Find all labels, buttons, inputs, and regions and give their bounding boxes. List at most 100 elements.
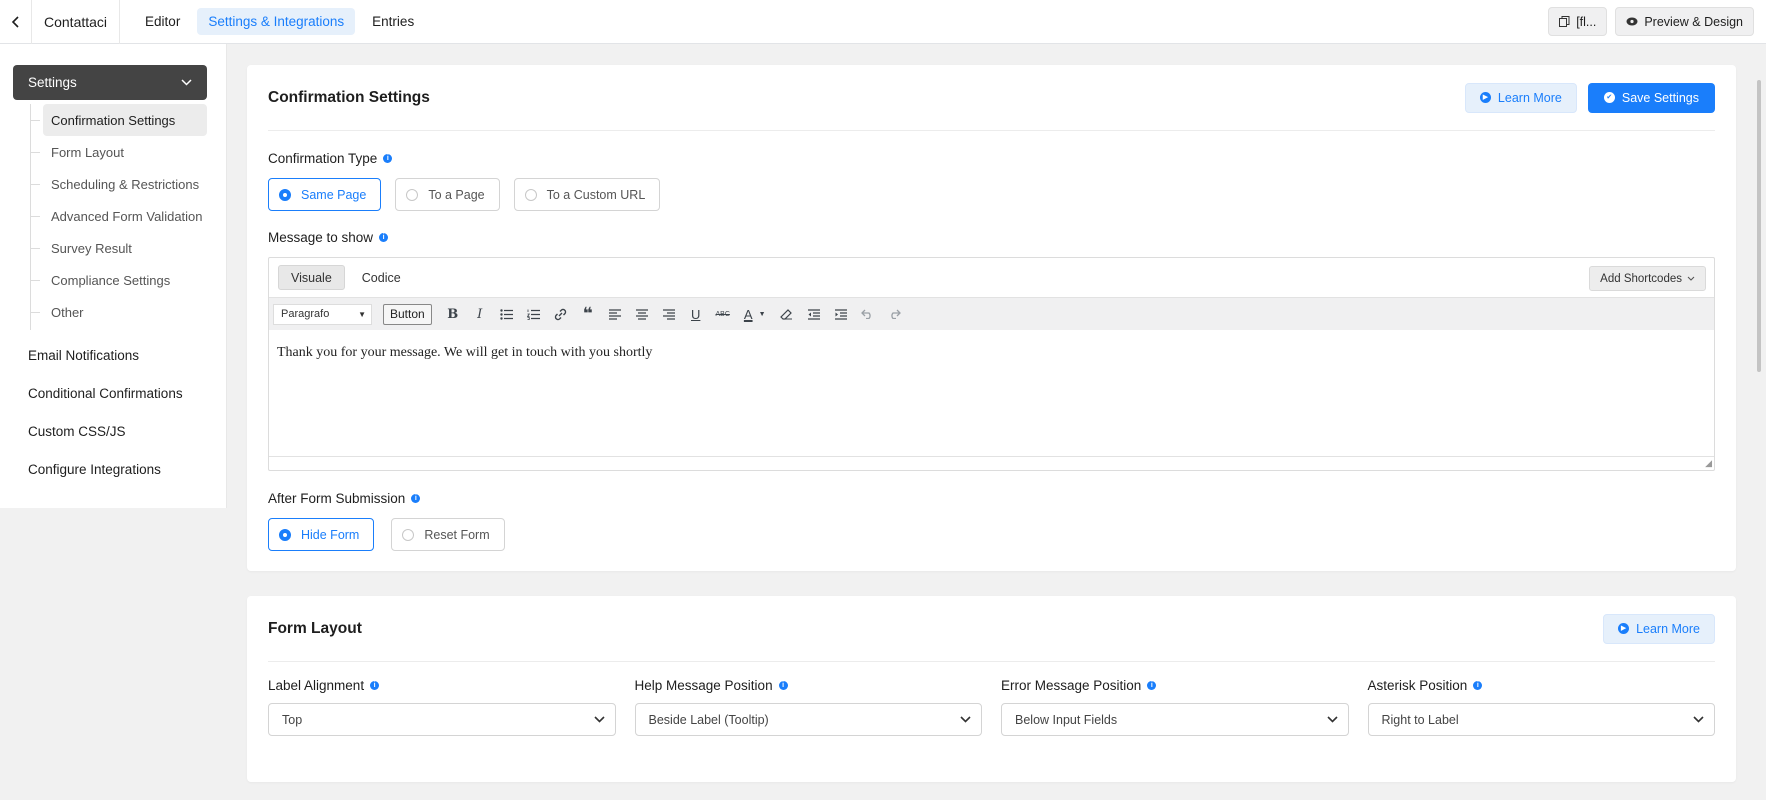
radio-dot: [406, 188, 419, 201]
tab-settings-integrations[interactable]: Settings & Integrations: [197, 8, 356, 35]
radio-dot: [279, 188, 291, 201]
shortcode-copy-button[interactable]: [fl...: [1548, 7, 1608, 36]
info-icon[interactable]: i: [1473, 681, 1483, 690]
sidebar-item-advanced-validation[interactable]: Advanced Form Validation: [31, 200, 226, 232]
numbered-list-icon[interactable]: [522, 302, 546, 326]
radio-custom-url[interactable]: To a Custom URL: [513, 178, 661, 211]
preview-design-button[interactable]: Preview & Design: [1615, 7, 1754, 36]
radio-label: Same Page: [301, 187, 367, 202]
sidebar-item-other[interactable]: Other: [31, 296, 226, 328]
clear-formatting-icon[interactable]: [775, 302, 799, 326]
info-icon[interactable]: i: [778, 681, 788, 690]
field-label: Help Message Position i: [635, 678, 983, 693]
save-settings-label: Save Settings: [1621, 90, 1699, 105]
sidebar-item-confirmation-settings[interactable]: Confirmation Settings: [31, 104, 207, 136]
add-shortcodes-button[interactable]: Add Shortcodes: [1589, 266, 1706, 291]
settings-sidebar: Settings Confirmation Settings Form Layo…: [0, 44, 227, 508]
undo-icon[interactable]: [856, 302, 880, 326]
play-icon: ▶: [1618, 623, 1630, 634]
chevron-down-icon: [960, 716, 971, 723]
editor-tab-visual[interactable]: Visuale: [278, 265, 345, 290]
indent-icon[interactable]: [829, 302, 853, 326]
back-button[interactable]: [0, 0, 32, 44]
sidebar-item-survey-result[interactable]: Survey Result: [31, 232, 226, 264]
shortcode-label: [fl...: [1576, 14, 1597, 29]
confirmation-settings-title: Confirmation Settings: [268, 88, 430, 106]
radio-label: To a Page: [428, 187, 485, 202]
sidebar-item-conditional-confirmations[interactable]: Conditional Confirmations: [0, 374, 226, 412]
bullet-list-icon[interactable]: [495, 302, 519, 326]
text-color-icon[interactable]: A ▼: [738, 302, 772, 326]
radio-hide-form[interactable]: Hide Form: [268, 518, 375, 551]
strikethrough-icon[interactable]: ABC: [711, 302, 735, 326]
blockquote-icon[interactable]: ❝: [576, 302, 600, 326]
select-value: Right to Label: [1381, 712, 1459, 727]
chevron-down-icon: [1326, 716, 1338, 723]
format-select[interactable]: Paragrafo ▼: [273, 303, 372, 325]
tab-entries[interactable]: Entries: [361, 8, 425, 35]
confirmation-type-text: Confirmation Type: [268, 151, 378, 166]
info-icon[interactable]: i: [1147, 681, 1157, 690]
editor-content[interactable]: Thank you for your message. We will get …: [269, 330, 1714, 376]
sidebar-item-scheduling[interactable]: Scheduling & Restrictions: [31, 168, 226, 200]
editor-tab-code[interactable]: Codice: [350, 265, 413, 290]
learn-more-label: Learn More: [1497, 90, 1562, 105]
chevron-down-icon: [1693, 716, 1704, 723]
align-center-icon[interactable]: [630, 302, 654, 326]
confirmation-settings-card: Confirmation Settings ▶ Learn More ✔ Sav…: [247, 65, 1736, 571]
learn-more-label: Learn More: [1636, 621, 1700, 636]
layout-fields-row: Label Alignment i Top Help Message Posit…: [268, 678, 1715, 736]
add-shortcodes-label: Add Shortcodes: [1600, 272, 1682, 285]
select-value: Top: [282, 712, 303, 727]
chevron-down-icon: [593, 716, 605, 723]
save-settings-button[interactable]: ✔ Save Settings: [1587, 82, 1715, 113]
underline-icon[interactable]: U: [684, 302, 708, 326]
sidebar-settings-header[interactable]: Settings: [13, 65, 207, 100]
radio-to-a-page[interactable]: To a Page: [395, 178, 500, 211]
sidebar-item-form-layout[interactable]: Form Layout: [31, 136, 226, 168]
link-icon[interactable]: [549, 302, 573, 326]
field-label: Error Message Position i: [1001, 678, 1349, 693]
sidebar-item-compliance[interactable]: Compliance Settings: [31, 264, 226, 296]
insert-button-button[interactable]: Button: [383, 303, 432, 325]
form-layout-title: Form Layout: [268, 619, 362, 637]
message-label: Message to show i: [268, 230, 389, 245]
check-circle-icon: ✔: [1603, 92, 1615, 103]
confirmation-type-label: Confirmation Type i: [268, 151, 393, 166]
radio-label: Hide Form: [301, 527, 360, 542]
asterisk-position-select[interactable]: Right to Label: [1367, 703, 1715, 736]
info-icon[interactable]: i: [379, 233, 389, 242]
italic-icon[interactable]: I: [468, 302, 492, 326]
field-label-text: Help Message Position: [634, 678, 773, 693]
error-message-position-select[interactable]: Below Input Fields: [1001, 703, 1349, 736]
tab-editor[interactable]: Editor: [134, 8, 191, 35]
align-right-icon[interactable]: [657, 302, 681, 326]
eye-icon: [1626, 17, 1638, 26]
outdent-icon[interactable]: [802, 302, 826, 326]
learn-more-button[interactable]: ▶ Learn More: [1464, 82, 1577, 113]
learn-more-button[interactable]: ▶ Learn More: [1603, 613, 1715, 644]
sidebar-item-custom-css-js[interactable]: Custom CSS/JS: [0, 412, 226, 450]
redo-icon[interactable]: [883, 302, 907, 326]
preview-label: Preview & Design: [1644, 14, 1743, 29]
help-message-position-select[interactable]: Beside Label (Tooltip): [634, 703, 982, 736]
form-name: Contattaci: [32, 0, 121, 44]
confirmation-type-group: Same Page To a Page To a Custom URL: [268, 178, 661, 211]
radio-reset-form[interactable]: Reset Form: [391, 518, 505, 551]
sidebar-item-configure-integrations[interactable]: Configure Integrations: [0, 450, 226, 488]
page-scrollbar[interactable]: [1757, 80, 1761, 372]
label-alignment-field: Label Alignment i Top: [268, 678, 616, 736]
field-label: Label Alignment i: [268, 678, 616, 693]
info-icon[interactable]: i: [411, 494, 421, 503]
align-left-icon[interactable]: [603, 302, 627, 326]
resize-handle-icon[interactable]: ◢: [1705, 458, 1712, 469]
chevron-down-icon: [1687, 276, 1695, 281]
error-message-position-field: Error Message Position i Below Input Fie…: [1001, 678, 1349, 736]
info-icon[interactable]: i: [383, 154, 393, 163]
bold-icon[interactable]: B: [441, 302, 465, 326]
info-icon[interactable]: i: [370, 681, 380, 690]
label-alignment-select[interactable]: Top: [268, 703, 616, 736]
radio-same-page[interactable]: Same Page: [268, 178, 382, 211]
sidebar-item-email-notifications[interactable]: Email Notifications: [0, 336, 226, 374]
after-submission-text: After Form Submission: [268, 491, 406, 506]
